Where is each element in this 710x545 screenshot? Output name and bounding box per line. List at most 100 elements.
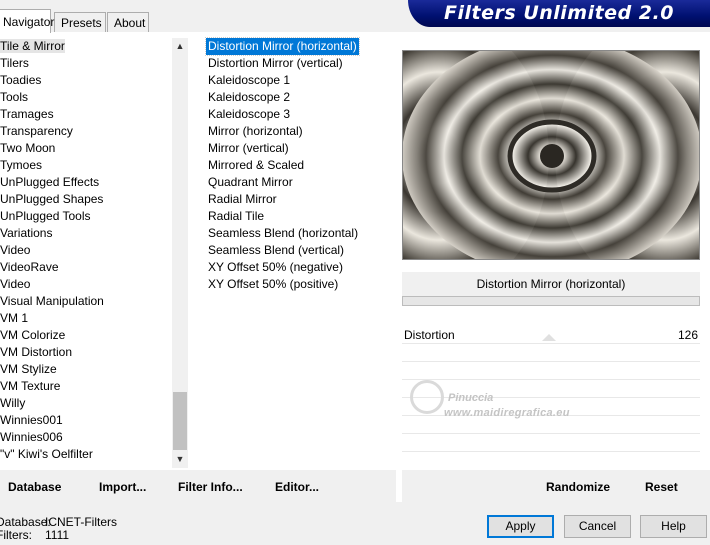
filter-row[interactable]: Seamless Blend (vertical) [206, 242, 396, 259]
scroll-up-icon[interactable]: ▲ [172, 38, 188, 55]
category-item-label: VM Distortion [0, 345, 73, 359]
apply-button[interactable]: Apply [487, 515, 554, 538]
filter-row[interactable]: Radial Tile [206, 208, 396, 225]
filter-row[interactable]: Kaleidoscope 1 [206, 72, 396, 89]
category-item[interactable]: "v" Kiwi's Oelfilter [0, 446, 170, 463]
filter-list[interactable]: Distortion Mirror (horizontal) Distortion… [205, 37, 396, 293]
category-item-label: Tile & Mirror [0, 39, 65, 53]
filter-item-label: Mirror (horizontal) [208, 124, 303, 138]
cancel-button[interactable]: Cancel [564, 515, 631, 538]
param-value[interactable]: 126 [678, 326, 698, 344]
filter-info-button[interactable]: Filter Info... [178, 480, 243, 494]
watermark: Pinuccia www.maidiregrafica.eu [408, 372, 608, 428]
category-item[interactable]: VM Colorize [0, 327, 170, 344]
filter-item-label: Kaleidoscope 3 [208, 107, 291, 121]
param-row-empty [402, 434, 700, 452]
category-item[interactable]: UnPlugged Effects [0, 174, 170, 191]
progress-bar [402, 296, 700, 306]
category-item-label: Video [0, 243, 31, 257]
filter-row[interactable]: Distortion Mirror (vertical) [206, 55, 396, 72]
category-item[interactable]: Toadies [0, 72, 170, 89]
filter-item-label: Mirrored & Scaled [208, 158, 305, 172]
category-item[interactable]: Tile & Mirror [0, 38, 170, 55]
category-item[interactable]: Two Moon [0, 140, 170, 157]
category-item[interactable]: Tilers [0, 55, 170, 72]
database-button[interactable]: Database [8, 480, 61, 494]
help-button[interactable]: Help [640, 515, 707, 538]
filter-item-label: Distortion Mirror (horizontal) [205, 37, 360, 56]
scroll-thumb[interactable] [173, 392, 187, 450]
editor-button[interactable]: Editor... [275, 480, 319, 494]
filter-row[interactable]: Radial Mirror [206, 191, 396, 208]
category-item[interactable]: UnPlugged Tools [0, 208, 170, 225]
watermark-name: Pinuccia [448, 392, 494, 404]
category-item[interactable]: Tramages [0, 106, 170, 123]
category-item-label: "v" Kiwi's Oelfilter [0, 447, 93, 461]
tab-presets[interactable]: Presets [54, 12, 106, 33]
category-item-label: VM 1 [0, 311, 29, 325]
category-item-label: UnPlugged Shapes [0, 192, 104, 206]
category-item[interactable]: VM Texture [0, 378, 170, 395]
reset-button[interactable]: Reset [645, 480, 678, 494]
filter-row[interactable]: Kaleidoscope 2 [206, 89, 396, 106]
param-label: Distortion [404, 328, 455, 342]
slider-tick-icon [542, 334, 556, 341]
filter-row[interactable]: XY Offset 50% (negative) [206, 259, 396, 276]
category-item-label: UnPlugged Tools [0, 209, 91, 223]
category-item[interactable]: Tools [0, 89, 170, 106]
selected-filter-name: Distortion Mirror (horizontal) [402, 272, 700, 296]
filter-item-label: Distortion Mirror (vertical) [208, 56, 343, 70]
category-item-label: Toadies [0, 73, 42, 87]
filter-row[interactable]: Kaleidoscope 3 [206, 106, 396, 123]
category-item-label: Two Moon [0, 141, 56, 155]
category-item[interactable]: VM 1 [0, 310, 170, 327]
filter-item-label: Kaleidoscope 2 [208, 90, 291, 104]
tab-navigator[interactable]: Navigator [0, 9, 54, 33]
category-item[interactable]: VM Distortion [0, 344, 170, 361]
filter-row[interactable]: Mirrored & Scaled [206, 157, 396, 174]
scroll-down-icon[interactable]: ▼ [172, 451, 188, 468]
category-item[interactable]: Winnies001 [0, 412, 170, 429]
filter-item-label: Radial Tile [208, 209, 265, 223]
preview-image [402, 50, 700, 260]
tab-about[interactable]: About [107, 12, 149, 33]
category-item[interactable]: VideoRave [0, 259, 170, 276]
category-item[interactable]: VM Stylize [0, 361, 170, 378]
category-item[interactable]: Video [0, 242, 170, 259]
category-item[interactable]: Willy [0, 395, 170, 412]
category-item[interactable]: UnPlugged Shapes [0, 191, 170, 208]
preview-image-render [403, 51, 699, 259]
category-item-label: Winnies006 [0, 430, 63, 444]
filter-item-label: Kaleidoscope 1 [208, 73, 291, 87]
category-item[interactable]: Video [0, 276, 170, 293]
filter-item-label: XY Offset 50% (negative) [208, 260, 343, 274]
category-list[interactable]: Tile & Mirror Tilers Toadies Tools Tramages T… [0, 38, 170, 463]
category-item[interactable]: Variations [0, 225, 170, 242]
filter-row[interactable]: Quadrant Mirror [206, 174, 396, 191]
status-database-label: Database: [0, 515, 51, 529]
watermark-logo-icon [410, 380, 444, 414]
import-button[interactable]: Import... [99, 480, 146, 494]
filter-row[interactable]: Distortion Mirror (horizontal) [205, 37, 396, 56]
filter-row[interactable]: Mirror (horizontal) [206, 123, 396, 140]
category-item-label: Willy [0, 396, 26, 410]
tab-strip: Navigator Presets About [0, 0, 400, 33]
filter-item-label: Seamless Blend (horizontal) [208, 226, 359, 240]
category-item[interactable]: Winnies006 [0, 429, 170, 446]
status-filters-label: Filters: [0, 528, 32, 542]
filter-row[interactable]: Seamless Blend (horizontal) [206, 225, 396, 242]
param-row-empty [402, 344, 700, 362]
filter-row[interactable]: XY Offset 50% (positive) [206, 276, 396, 293]
filter-item-label: Mirror (vertical) [208, 141, 289, 155]
randomize-button[interactable]: Randomize [546, 480, 610, 494]
category-item[interactable]: Transparency [0, 123, 170, 140]
filter-item-label: XY Offset 50% (positive) [208, 277, 339, 291]
category-item[interactable]: Tymoes [0, 157, 170, 174]
category-item[interactable]: Visual Manipulation [0, 293, 170, 310]
filter-item-label: Seamless Blend (vertical) [208, 243, 345, 257]
category-item-label: Tilers [0, 56, 29, 70]
filter-row[interactable]: Mirror (vertical) [206, 140, 396, 157]
category-item-label: Video [0, 277, 31, 291]
category-item-label: Tools [0, 90, 29, 104]
app-banner: Filters Unlimited 2.0 [408, 0, 710, 27]
